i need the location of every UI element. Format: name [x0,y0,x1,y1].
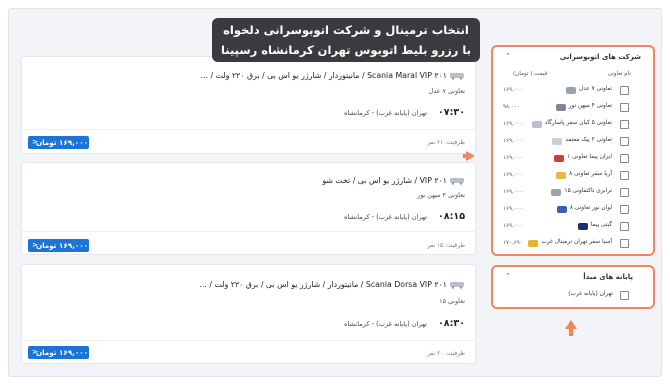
checkbox[interactable] [620,205,629,214]
checkbox[interactable] [620,103,629,112]
operator-name: گیتی پیما [590,222,612,228]
operator-option[interactable]: تعاونی ۲ پیک معتمد ۱۶۹,۰۰۰ [503,135,643,148]
trip-title: ۲۰۱ Scania Dorsa VIP / مانیتوردار / شارژ… [199,280,447,289]
operator-logo-icon [554,155,565,162]
operator-price: ۱۶۹,۰۰۰ [503,87,523,93]
trip-card[interactable]: ۲۰۱ Scania Dorsa VIP / مانیتوردار / شارژ… [21,264,476,364]
highlight-arrow-tail [569,328,573,336]
card-divider [22,231,475,232]
price-button[interactable]: <۱۶۹,۰۰۰ تومان [28,239,89,252]
trip-title: ۲۰۱ VIP / شارژر یو اس بی / تخت شو [322,176,447,185]
operator-name: تعاونی ۵ کیان سفر پاسارگاد [544,120,612,126]
operator-name: ایران پیما تعاونی ۱ [567,154,612,160]
card-divider [22,129,475,130]
price-label: ۱۶۹,۰۰۰ تومان [35,138,89,147]
price-label: ۱۶۹,۰۰۰ تومان [35,348,89,357]
trip-capacity: ظرفیت: ۲۰ نفر [427,351,465,357]
trip-route: تهران (پایانه غرب) - کرمانشاه [344,320,427,328]
trip-time: ۰۸:۱۵ [438,211,465,222]
operator-option[interactable]: تعاونی ۵ کیان سفر پاسارگاد ۱۶۹,۰۰۰ [503,118,643,131]
checkbox[interactable] [620,86,629,95]
chevron-up-icon[interactable]: ⌃ [505,52,511,60]
column-header-name: نام تعاونی [607,71,631,77]
checkbox[interactable] [620,137,629,146]
operator-option[interactable]: تعاونی ۴ میهن نور ۹۸,۰۰۰ [503,101,643,114]
origin-terminal-option[interactable]: تهران (پایانه غرب) [503,289,643,302]
operator-option[interactable]: گیتی پیما ۱۶۹,۰۰۰ [503,220,643,233]
trip-capacity: ظرفیت: ۲۱ نفر [427,140,465,146]
checkbox[interactable] [620,171,629,180]
checkbox[interactable] [620,154,629,163]
operator-logo-icon [577,223,588,230]
operator-logo-icon [566,87,577,94]
trip-company: تعاونی ۷ عدل [428,87,465,95]
banner-line-1: انتخاب ترمینال و شرکت اتوبوسرانی دلخواه [223,23,469,37]
operator-logo-icon [555,104,566,111]
trip-route: تهران (پایانه غرب) - کرمانشاه [344,213,427,221]
price-label: ۱۶۹,۰۰۰ تومان [35,241,89,250]
card-divider [22,340,475,341]
price-button[interactable]: <۱۶۹,۰۰۰ تومان [28,346,89,359]
operator-logo-icon [551,189,562,196]
operator-price: ۱۶۹,۰۰۰ [503,189,523,195]
trip-card[interactable]: ۲۰۱ Scania Maral VIP / مانیتوردار / شارژ… [21,56,476,154]
trip-company: تعاونی ۱۵ [439,297,465,305]
banner-line-2: با رزرو بلیط اتوبوس تهران کرمانشاه رسپین… [220,43,472,57]
chevron-left-icon: < [32,348,38,356]
operator-option[interactable]: آریا سفر تعاونی ۸ ۱۶۹,۰۰۰ [503,169,643,182]
operator-name: لوان نور تعاونی ۸ [569,205,612,211]
operator-option[interactable]: ترابری تاکتفاونی ۱۵ ۱۶۹,۰۰۰ [503,186,643,199]
checkbox[interactable] [620,188,629,197]
price-button[interactable]: <۱۶۹,۰۰۰ تومان [28,136,89,149]
operator-price: ۱۶۹,۰۰۰ [503,138,523,144]
operator-price: ۱۶۹,۰۰۰ [503,155,523,161]
operator-name: تعاونی ۴ میهن نور [568,103,612,109]
operator-price: ۱۷۰,۶۹۰ [503,240,523,246]
chevron-left-icon: < [32,241,38,249]
trip-company: تعاونی ۴ میهن نور [417,191,465,199]
checkbox[interactable] [620,239,629,248]
trip-capacity: ظرفیت: ۱۵ نفر [427,243,465,249]
checkbox[interactable] [620,222,629,231]
operator-name: آریا سفر تعاونی ۸ [569,171,612,177]
operators-filter-panel: شرکت های اتوبوسرانی ⌃ نام تعاونی قیمت ( … [491,45,655,256]
operator-name: آسیا سفر تهران ترمینال غرب [541,239,612,245]
operator-price: ۱۶۹,۰۰۰ [503,172,523,178]
highlight-arrow-right [466,151,475,161]
operator-price: ۹۸,۰۰۰ [503,104,520,110]
bus-icon [450,73,464,80]
bus-icon [450,282,464,289]
bus-icon [450,178,464,185]
origin-panel-title: پایانه های مبدأ [583,273,633,281]
operator-price: ۱۶۹,۰۰۰ [503,223,523,229]
trip-time: ۰۷:۳۰ [438,107,465,118]
origin-terminals-panel: پایانه های مبدأ ⌃ تهران (پایانه غرب) [491,265,655,309]
operator-option[interactable]: لوان نور تعاونی ۸ ۱۶۹,۰۰۰ [503,203,643,216]
operators-panel-title: شرکت های اتوبوسرانی [559,53,641,61]
trip-time: ۰۸:۳۰ [438,318,465,329]
operator-name: ترابری تاکتفاونی ۱۵ [564,188,612,194]
chevron-left-icon: < [32,138,38,146]
column-header-price: قیمت ( تومان) [513,71,548,77]
operator-logo-icon [531,121,542,128]
operator-option[interactable]: تعاونی ۷ عدل ۱۶۹,۰۰۰ [503,84,643,97]
checkbox[interactable] [620,291,629,300]
operator-logo-icon [552,138,563,145]
operator-price: ۱۶۹,۰۰۰ [503,121,523,127]
operator-name: تعاونی ۷ عدل [579,86,612,92]
checkbox[interactable] [620,120,629,129]
operator-logo-icon [528,240,539,247]
operator-price: ۱۶۹,۰۰۰ [503,206,523,212]
trip-route: تهران (پایانه غرب) - کرمانشاه [344,109,427,117]
promo-banner: انتخاب ترمینال و شرکت اتوبوسرانی دلخواه … [212,18,480,62]
chevron-up-icon[interactable]: ⌃ [505,272,511,280]
operator-option[interactable]: آسیا سفر تهران ترمینال غرب ۱۷۰,۶۹۰ [503,237,643,250]
trip-title: ۲۰۱ Scania Maral VIP / مانیتوردار / شارژ… [200,71,447,80]
origin-terminal-label: تهران (پایانه غرب) [568,291,613,297]
operator-logo-icon [556,172,567,179]
trip-card[interactable]: ۲۰۱ VIP / شارژر یو اس بی / تخت شو تعاونی… [21,162,476,255]
operator-name: تعاونی ۲ پیک معتمد [565,137,612,143]
operator-logo-icon [556,206,567,213]
operator-option[interactable]: ایران پیما تعاونی ۱ ۱۶۹,۰۰۰ [503,152,643,165]
